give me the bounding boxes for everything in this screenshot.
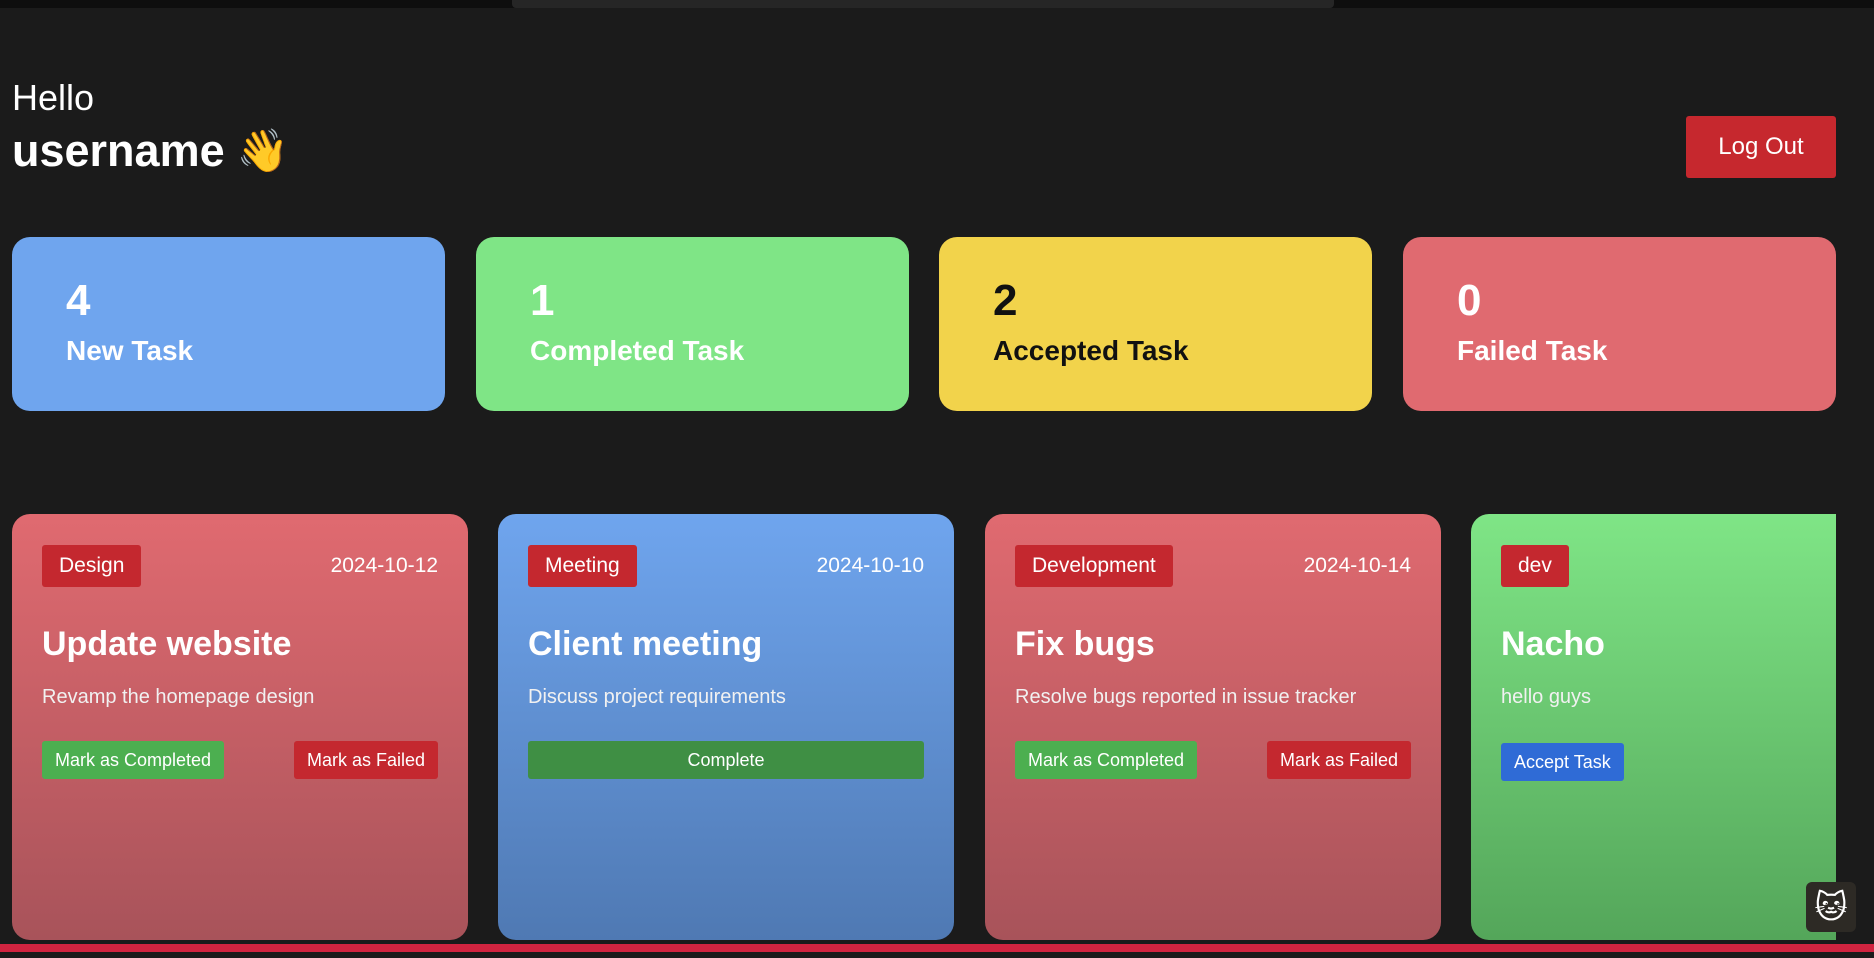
stat-label: Failed Task (1457, 335, 1608, 366)
stat-new-task: 4 New Task (12, 237, 445, 411)
mark-failed-button[interactable]: Mark as Failed (1266, 741, 1411, 779)
task-list: Design 2024-10-12 Update website Revamp … (12, 514, 1836, 940)
browser-top-bar (0, 0, 1874, 8)
task-date: 2024-10-14 (1303, 554, 1411, 577)
task-card: dev 2024 Nacho hello guys Accept Task (1471, 514, 1836, 940)
stat-count: 4 (66, 276, 91, 325)
stat-completed-task: 1 Completed Task (476, 237, 909, 411)
task-date: 2024-10-12 (330, 554, 438, 577)
task-title: Client meeting (528, 625, 763, 663)
waving-hand-icon: 👋 (236, 127, 289, 174)
stat-count: 0 (1457, 276, 1482, 325)
progress-bar[interactable] (0, 944, 1874, 952)
dashboard-header: Hello username 👋 Log Out (12, 76, 1836, 186)
task-title: Update website (42, 625, 292, 663)
task-title: Nacho (1501, 625, 1605, 663)
stat-count: 1 (530, 276, 555, 325)
username-text: username (12, 125, 225, 176)
mark-completed-button[interactable]: Mark as Completed (1015, 741, 1198, 779)
cat-mascot-icon: 🐱 (1806, 882, 1856, 932)
stat-label: Completed Task (530, 335, 745, 366)
accept-task-button[interactable]: Accept Task (1501, 743, 1624, 781)
task-stats: 4 New Task 1 Completed Task 2 Accepted T… (12, 237, 1836, 411)
greeting-username: username 👋 (12, 124, 1836, 178)
task-description: hello guys (1501, 686, 1592, 708)
mark-completed-button[interactable]: Mark as Completed (42, 741, 225, 779)
task-category-badge: dev (1501, 545, 1569, 587)
greeting-hello: Hello (12, 77, 95, 118)
stat-count: 2 (993, 276, 1018, 325)
task-description: Discuss project requirements (528, 686, 786, 708)
complete-button[interactable]: Complete (528, 741, 924, 779)
task-date: 2024-10-10 (816, 554, 924, 577)
stat-failed-task: 0 Failed Task (1403, 237, 1836, 411)
task-title: Fix bugs (1015, 625, 1155, 663)
task-category-badge: Meeting (528, 545, 637, 587)
stat-accepted-task: 2 Accepted Task (939, 237, 1372, 411)
logout-button[interactable]: Log Out (1686, 116, 1836, 178)
task-card: Meeting 2024-10-10 Client meeting Discus… (498, 514, 954, 940)
task-card: Development 2024-10-14 Fix bugs Resolve … (985, 514, 1441, 940)
browser-address-bar[interactable] (512, 0, 1334, 8)
task-category-badge: Development (1015, 545, 1173, 587)
mark-failed-button[interactable]: Mark as Failed (293, 741, 438, 779)
stat-label: Accepted Task (993, 335, 1189, 366)
task-category-badge: Design (42, 545, 142, 587)
task-card: Design 2024-10-12 Update website Revamp … (12, 514, 468, 940)
stat-label: New Task (66, 335, 194, 366)
task-description: Revamp the homepage design (42, 686, 315, 708)
task-description: Resolve bugs reported in issue tracker (1015, 686, 1357, 708)
